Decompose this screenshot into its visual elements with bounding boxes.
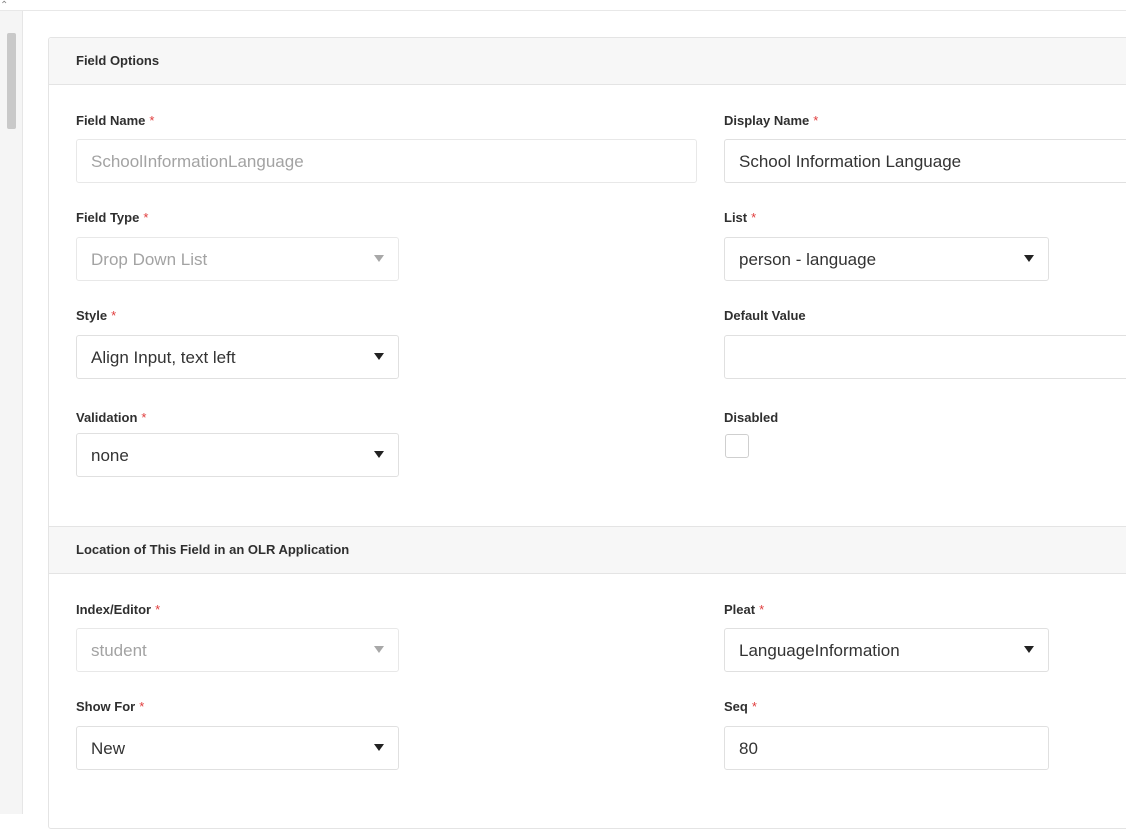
validation-select[interactable]: none [76, 433, 399, 477]
section-header-location: Location of This Field in an OLR Applica… [49, 526, 1126, 574]
display-name-label-text: Display Name [724, 113, 810, 128]
index-editor-value: student [91, 641, 147, 660]
field-name-label-text: Field Name [76, 113, 146, 128]
required-marker: * [143, 210, 149, 225]
collapse-arrow-icon[interactable]: ⌃ [0, 1, 8, 11]
field-type-value: Drop Down List [91, 250, 208, 269]
required-marker: * [155, 602, 161, 617]
required-marker: * [751, 699, 757, 714]
left-scrollbar[interactable] [0, 11, 23, 814]
section-title-location: Location of This Field in an OLR Applica… [76, 542, 350, 557]
field-name-value: SchoolInformationLanguage [91, 152, 304, 171]
required-marker: * [149, 113, 155, 128]
default-value-label: Default Value [724, 308, 806, 323]
disabled-label-text: Disabled [724, 410, 779, 425]
chevron-down-icon [374, 255, 384, 262]
chevron-down-icon [374, 646, 384, 653]
style-label-text: Style [76, 308, 108, 323]
display-name-label: Display Name * [724, 113, 818, 128]
field-name-input[interactable]: SchoolInformationLanguage [76, 139, 697, 183]
section-header-field-options: Field Options [49, 38, 1126, 85]
display-name-value: School Information Language [739, 152, 962, 171]
pleat-label-text: Pleat [724, 602, 756, 617]
list-label-text: List [724, 210, 748, 225]
default-value-input[interactable] [724, 335, 1126, 379]
validation-label: Validation * [76, 410, 146, 425]
index-editor-label-text: Index/Editor [76, 602, 152, 617]
required-marker: * [759, 602, 765, 617]
field-type-label: Field Type * [76, 210, 148, 225]
required-marker: * [111, 308, 117, 323]
section-title-field-options: Field Options [76, 53, 160, 68]
seq-input[interactable]: 80 [724, 726, 1049, 770]
field-name-label: Field Name * [76, 113, 154, 128]
seq-label-text: Seq [724, 699, 748, 714]
top-strip: ⌃ [0, 0, 1126, 11]
pleat-select[interactable]: LanguageInformation [724, 628, 1049, 672]
disabled-checkbox[interactable] [725, 434, 749, 458]
pleat-value: LanguageInformation [739, 641, 900, 660]
list-label: List * [724, 210, 756, 225]
show-for-value: New [91, 739, 126, 758]
seq-value: 80 [739, 739, 758, 758]
list-value: person - language [739, 250, 877, 269]
chevron-down-icon [374, 744, 384, 751]
list-select[interactable]: person - language [724, 237, 1049, 281]
index-editor-select[interactable]: student [76, 628, 399, 672]
style-label: Style * [76, 308, 116, 323]
show-for-label-text: Show For [76, 699, 136, 714]
validation-value: none [91, 446, 129, 465]
field-type-select[interactable]: Drop Down List [76, 237, 399, 281]
field-editor-panel: Field Options Field Name * SchoolInformat… [48, 37, 1126, 829]
chevron-down-icon [1024, 255, 1034, 262]
show-for-select[interactable]: New [76, 726, 399, 770]
index-editor-label: Index/Editor * [76, 602, 160, 617]
required-marker: * [813, 113, 819, 128]
style-select[interactable]: Align Input, text left [76, 335, 399, 379]
scrollbar-thumb[interactable] [7, 33, 16, 129]
validation-label-text: Validation [76, 410, 138, 425]
required-marker: * [139, 699, 145, 714]
seq-label: Seq * [724, 699, 757, 714]
default-value-label-text: Default Value [724, 308, 806, 323]
style-value: Align Input, text left [91, 348, 236, 367]
show-for-label: Show For * [76, 699, 144, 714]
chevron-down-icon [374, 353, 384, 360]
field-type-label-text: Field Type [76, 210, 140, 225]
pleat-label: Pleat * [724, 602, 764, 617]
required-marker: * [141, 410, 147, 425]
required-marker: * [751, 210, 757, 225]
disabled-label: Disabled [724, 410, 778, 425]
display-name-input[interactable]: School Information Language [724, 139, 1126, 183]
chevron-down-icon [1024, 646, 1034, 653]
chevron-down-icon [374, 451, 384, 458]
